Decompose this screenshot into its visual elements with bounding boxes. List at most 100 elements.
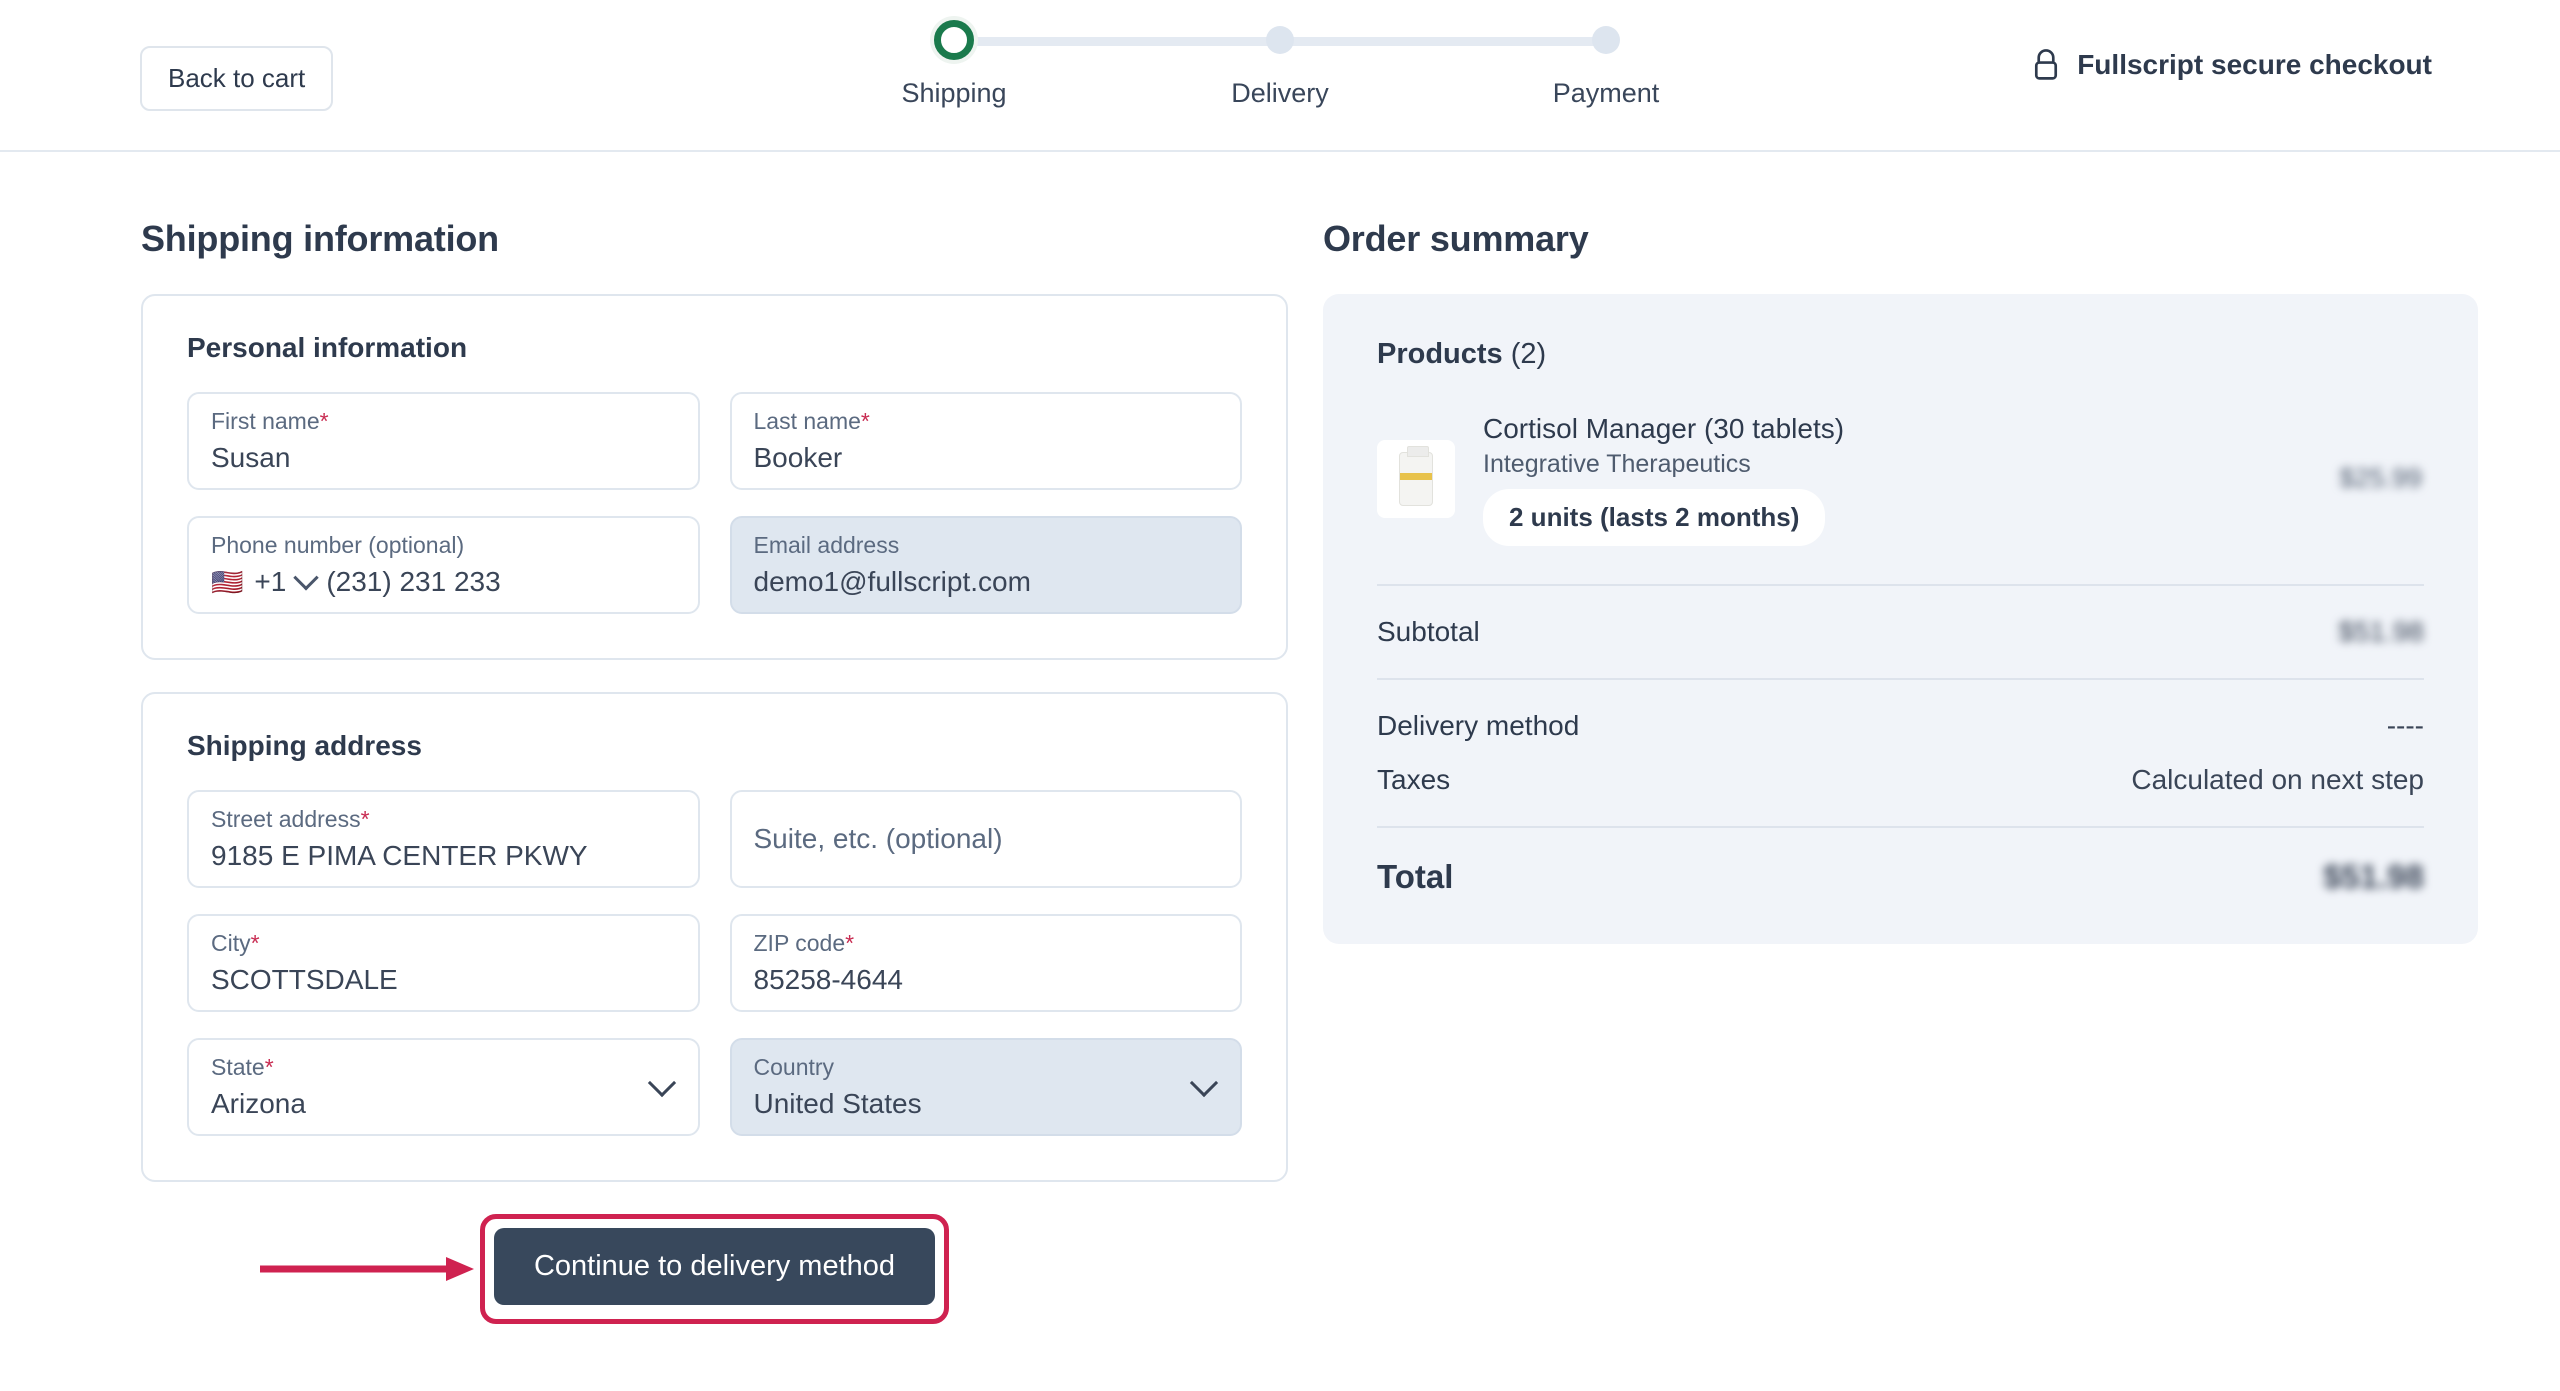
required-asterisk: * — [360, 806, 370, 833]
required-asterisk: * — [845, 930, 855, 957]
phone-number-label: Phone number (optional) — [211, 532, 465, 559]
taxes-row: Taxes Calculated on next step — [1377, 764, 2424, 796]
city-value: SCOTTSDALE — [211, 963, 398, 995]
taxes-value: Calculated on next step — [2131, 764, 2424, 795]
subtotal-row: Subtotal $51.98 — [1377, 616, 2424, 648]
shipping-address-title: Shipping address — [187, 730, 422, 761]
city-zip-row: City* SCOTTSDALE ZIP code* 85258-4644 — [187, 914, 1242, 1012]
step-dot-active-icon — [934, 20, 974, 60]
supplement-bottle-icon — [1399, 445, 1433, 506]
total-value: $51.98 — [2323, 858, 2424, 895]
subtotal-value: $51.98 — [2338, 616, 2424, 647]
state-select[interactable]: State* Arizona — [187, 1038, 700, 1136]
last-name-value: Booker — [753, 441, 843, 473]
state-country-row: State* Arizona Country United States — [187, 1038, 1242, 1136]
first-name-label-text: First name — [211, 408, 320, 435]
step-dot-delivery[interactable] — [1256, 20, 1304, 60]
contact-row: Phone number (optional) 🇺🇸 +1 (231) 231 … — [187, 516, 1242, 614]
country-label: Country — [753, 1054, 835, 1081]
last-name-label-text: Last name — [753, 408, 861, 435]
annotation-highlight-box: Continue to delivery method — [259, 1214, 950, 1324]
email-address-label: Email address — [753, 532, 900, 559]
phone-country-code[interactable]: +1 — [254, 566, 286, 598]
chevron-down-icon[interactable] — [293, 564, 320, 591]
country-select: Country United States — [729, 1038, 1242, 1136]
checkout-progress-stepper: Shipping Delivery Payment — [901, 20, 1659, 118]
suite-field[interactable]: Suite, etc. (optional) — [729, 790, 1242, 888]
last-name-field[interactable]: Last name* Booker — [729, 392, 1242, 490]
first-name-field[interactable]: First name* Susan — [187, 392, 700, 490]
street-address-label: Street address* — [211, 806, 676, 832]
shipping-column: Shipping information Personal informatio… — [128, 152, 1288, 1324]
delivery-method-row: Delivery method ---- — [1377, 710, 2424, 742]
phone-number-value-wrap: 🇺🇸 +1 (231) 231 233 — [211, 564, 676, 598]
required-asterisk: * — [319, 408, 329, 435]
delivery-method-value: ---- — [2386, 710, 2424, 741]
checkout-main: Shipping information Personal informatio… — [0, 152, 2560, 1324]
secure-checkout-label: Fullscript secure checkout — [2077, 49, 2432, 80]
order-summary-panel: Products (2) Cortisol Manager (30 tablet… — [1323, 294, 2478, 944]
step-dot-icon — [1592, 26, 1620, 54]
continue-button-area: Continue to delivery method — [141, 1214, 1288, 1324]
summary-divider — [1377, 678, 2424, 680]
email-address-value: demo1@fullscript.com — [753, 565, 1031, 597]
step-dot-shipping[interactable] — [930, 20, 978, 60]
required-asterisk: * — [250, 930, 260, 957]
checkout-header: Back to cart Shipping Delivery Payment F… — [0, 0, 2560, 152]
step-label-payment: Payment — [1552, 78, 1660, 108]
annotation-arrow-icon — [259, 1257, 474, 1281]
product-name: Cortisol Manager (30 tablets) — [1483, 413, 1845, 444]
page-title: Shipping information — [141, 218, 499, 259]
street-row: Street address* 9185 E PIMA CENTER PKWY … — [187, 790, 1242, 888]
personal-information-card: Personal information First name* Susan L… — [141, 294, 1288, 660]
step-label-delivery: Delivery — [1231, 78, 1329, 108]
products-heading: Products (2) — [1377, 338, 2424, 371]
street-address-value: 9185 E PIMA CENTER PKWY — [211, 839, 588, 871]
product-units-badge: 2 units (lasts 2 months) — [1483, 489, 1826, 546]
stepper-track — [930, 20, 1630, 60]
subtotal-label: Subtotal — [1377, 616, 1480, 647]
zip-code-field[interactable]: ZIP code* 85258-4644 — [729, 914, 1242, 1012]
phone-number-value: (231) 231 233 — [326, 565, 501, 597]
email-address-field: Email address demo1@fullscript.com — [729, 516, 1242, 614]
state-value: Arizona — [211, 1087, 306, 1119]
products-label: Products — [1377, 338, 1503, 370]
zip-code-value: 85258-4644 — [753, 963, 903, 995]
products-count: (2) — [1510, 338, 1547, 370]
lock-icon — [2035, 49, 2058, 80]
street-address-field[interactable]: Street address* 9185 E PIMA CENTER PKWY — [187, 790, 700, 888]
step-dot-payment[interactable] — [1582, 20, 1630, 60]
continue-to-delivery-method-button[interactable]: Continue to delivery method — [493, 1228, 936, 1305]
stepper-labels: Shipping Delivery Payment — [901, 78, 1659, 118]
street-address-label-text: Street address — [211, 806, 361, 833]
state-label: State* — [211, 1054, 676, 1080]
back-to-cart-button[interactable]: Back to cart — [140, 46, 334, 111]
required-asterisk: * — [860, 408, 870, 435]
us-flag-icon: 🇺🇸 — [211, 566, 244, 597]
state-label-text: State — [211, 1054, 265, 1081]
zip-code-label-text: ZIP code — [753, 930, 846, 957]
secure-checkout-badge: Fullscript secure checkout — [2031, 48, 2432, 82]
first-name-label: First name* — [211, 408, 676, 434]
product-line-item: Cortisol Manager (30 tablets) Integrativ… — [1377, 411, 2424, 546]
total-label: Total — [1377, 858, 1454, 895]
phone-number-field[interactable]: Phone number (optional) 🇺🇸 +1 (231) 231 … — [187, 516, 700, 614]
total-row: Total $51.98 — [1377, 858, 2424, 896]
country-value: United States — [753, 1087, 922, 1119]
order-summary-title: Order summary — [1323, 218, 1589, 259]
city-label-text: City — [211, 930, 251, 957]
city-field[interactable]: City* SCOTTSDALE — [187, 914, 700, 1012]
delivery-method-label: Delivery method — [1377, 710, 1580, 741]
step-label-shipping: Shipping — [901, 78, 1007, 108]
product-price: $25.99 — [2339, 463, 2422, 493]
last-name-label: Last name* — [754, 408, 1219, 434]
product-brand: Integrative Therapeutics — [1483, 450, 1751, 478]
zip-code-label: ZIP code* — [754, 930, 1219, 956]
order-summary-column: Order summary Products (2) Cortisol Mana… — [1318, 152, 2478, 1324]
product-thumbnail — [1377, 439, 1455, 518]
suite-placeholder: Suite, etc. (optional) — [753, 822, 1003, 854]
first-name-value: Susan — [211, 441, 291, 473]
city-label: City* — [211, 930, 676, 956]
summary-divider — [1377, 826, 2424, 828]
required-asterisk: * — [264, 1054, 274, 1081]
